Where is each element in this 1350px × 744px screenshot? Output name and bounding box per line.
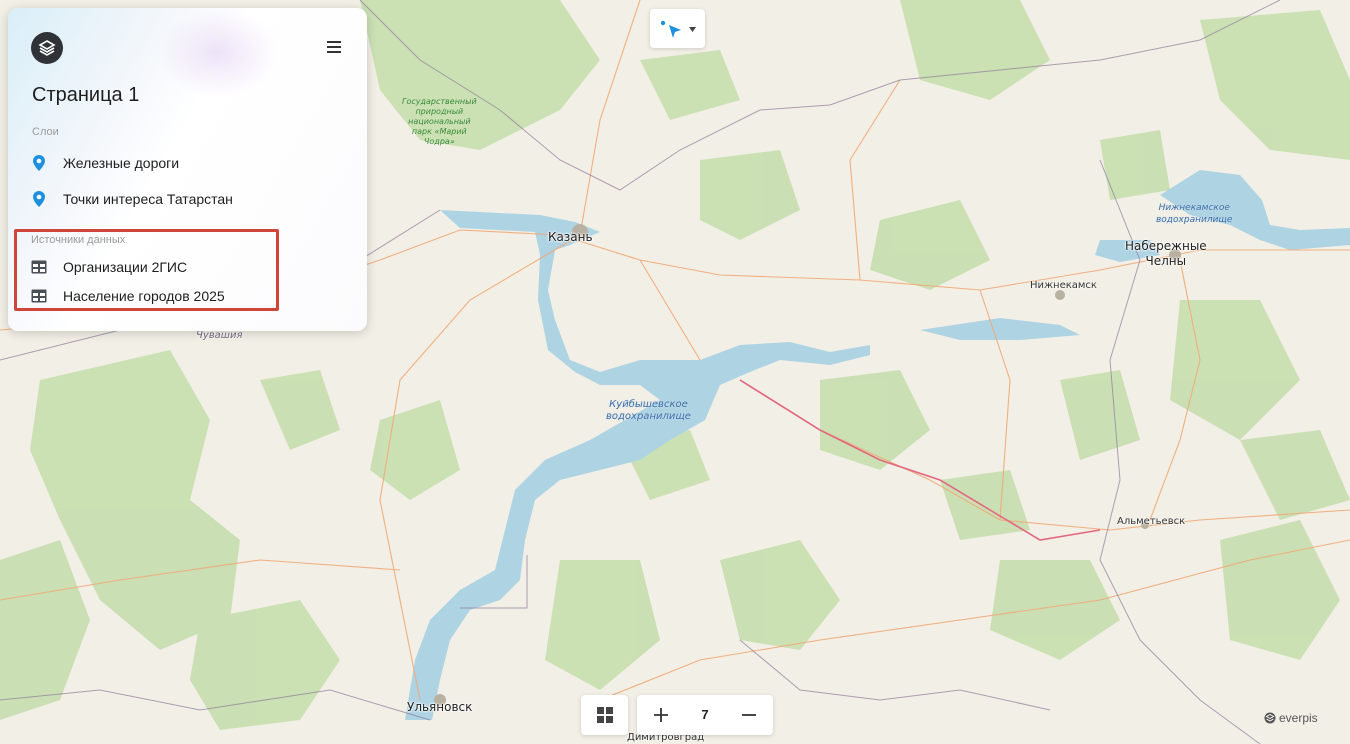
zoom-level: 7: [701, 707, 709, 722]
map-label-park-line4: парк «Марий: [411, 127, 467, 136]
chevron-down-icon: [688, 26, 696, 32]
plus-icon: [654, 708, 668, 722]
map-pin-icon: [30, 190, 48, 208]
select-tool-dropdown[interactable]: [650, 9, 705, 48]
grid-icon: [596, 707, 613, 723]
map-pin-icon: [30, 154, 48, 172]
zoom-out-button[interactable]: [729, 695, 769, 735]
layer-item-poi-tatarstan[interactable]: Точки интереса Татарстан: [30, 190, 233, 208]
basemap-grid-button[interactable]: [581, 695, 628, 735]
layers-panel: Страница 1 Слои Железные дороги Точки ин…: [8, 8, 367, 331]
source-item-label: Организации 2ГИС: [63, 259, 188, 275]
map-label-chuvashia: Чувашия: [196, 330, 243, 341]
map-label-chelny-line2: Челны: [1145, 254, 1187, 268]
hamburger-menu-icon[interactable]: [326, 38, 344, 56]
everpis-logo-icon: [1264, 712, 1276, 724]
map-label-reservoir-line2: водохранилище: [606, 411, 691, 422]
layers-section-label: Слои: [32, 126, 59, 138]
data-sources-section-label: Источники данных: [31, 234, 126, 246]
table-icon: [30, 258, 48, 276]
attribution-text: everpis: [1279, 711, 1318, 725]
cursor-select-icon: [660, 20, 696, 38]
map-label-kazan: Казань: [548, 230, 593, 244]
map-label-chelny: Набережные Челны: [1125, 239, 1207, 269]
minus-icon: [742, 714, 756, 716]
panel-glow-decoration: [158, 8, 278, 98]
source-item-label: Население городов 2025: [63, 288, 225, 304]
layer-item-label: Железные дороги: [63, 155, 180, 171]
table-icon: [30, 287, 48, 305]
map-label-nizhnekamsk-reservoir: Нижнекамское водохранилище: [1156, 202, 1232, 226]
map-label-almetyevsk: Альметьевск: [1117, 516, 1186, 527]
map-label-park-line3: национальный: [408, 117, 471, 126]
map-label-ulyanovsk: Ульяновск: [407, 700, 473, 714]
map-label-chelny-line1: Набережные: [1125, 239, 1207, 253]
attribution[interactable]: everpis: [1264, 711, 1318, 725]
zoom-in-button[interactable]: [641, 695, 681, 735]
map-label-park-line5: Чодра»: [423, 137, 455, 146]
map-label-reservoir-line1: Куйбышевское: [609, 399, 688, 410]
zoom-control: 7: [637, 695, 773, 735]
map-label-national-park: Государственный природный национальный п…: [402, 97, 477, 147]
page-title: Страница 1: [32, 84, 140, 106]
map-label-nk-reservoir-line1: Нижнекамское: [1158, 203, 1230, 213]
map-label-nizhnekamsk: Нижнекамск: [1030, 280, 1097, 291]
map-label-park-line2: природный: [415, 107, 464, 116]
source-item-population-2025[interactable]: Население городов 2025: [30, 287, 225, 305]
app-logo-icon[interactable]: [31, 32, 63, 64]
map-label-park-line1: Государственный: [402, 97, 477, 106]
source-item-2gis[interactable]: Организации 2ГИС: [30, 258, 187, 276]
map-label-nk-reservoir-line2: водохранилище: [1156, 215, 1233, 225]
layer-item-label: Точки интереса Татарстан: [63, 191, 233, 207]
map-label-kuibyshev-reservoir: Куйбышевское водохранилище: [606, 399, 691, 423]
layer-item-railways[interactable]: Железные дороги: [30, 154, 179, 172]
